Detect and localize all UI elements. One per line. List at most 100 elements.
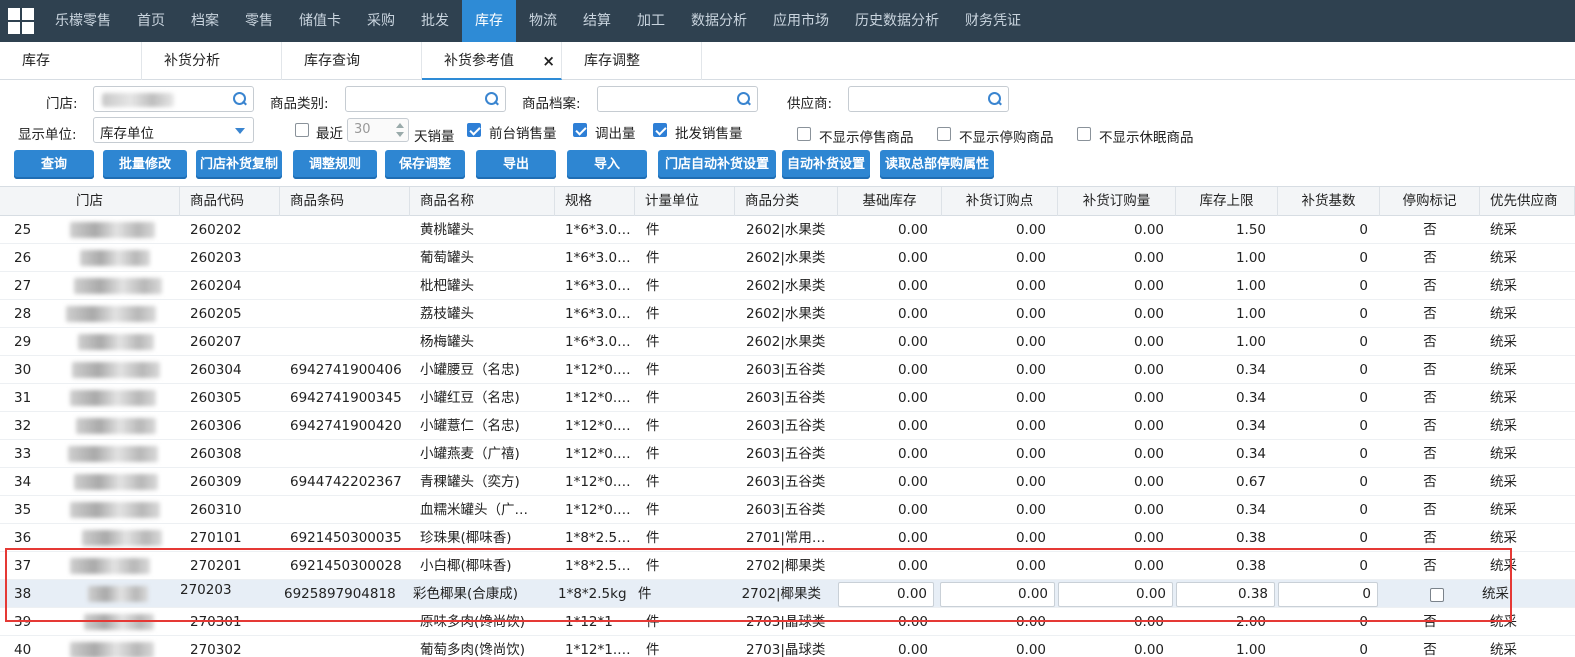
archive-input[interactable] [597,86,758,112]
nav-item[interactable]: 财务凭证 [952,0,1034,42]
table-row[interactable]: 30 260304 6942741900406 小罐腰豆（名忠) 1*12*0.… 件 26… [0,356,1575,384]
nav-item[interactable]: 首页 [124,0,178,42]
table-row[interactable]: 29 260207 杨梅罐头 1*6*3.0… 件 2602|水果类 0.00 0.00 0.0… [0,328,1575,356]
caret-down-icon[interactable] [396,132,404,137]
tab[interactable]: 库存查询 [282,42,422,80]
nav-item[interactable]: 储值卡 [286,0,354,42]
filter-checkbox[interactable] [467,123,481,137]
table-row[interactable]: 40 270302 葡萄多肉(馋尚饮) 1*12*1.… 件 2703|晶球类 0.00 0.… [0,636,1575,657]
column-header[interactable]: 商品分类 [735,187,838,216]
nav-item[interactable]: 批发 [408,0,462,42]
product-code: 270301 [190,614,242,630]
toolbar-button[interactable]: 批量修改 [103,150,187,179]
stop-purchase-checkbox[interactable] [1430,588,1444,602]
table-row[interactable]: 37 270201 6921450300028 小白椰(椰味香) 1*8*2.5… 件 27… [0,552,1575,580]
toolbar-button[interactable]: 门店补货复制 [196,150,282,179]
recent-days-stepper[interactable]: 30 [347,118,409,142]
nav-item[interactable]: 数据分析 [678,0,760,42]
reorder-basis: 0 [1359,390,1368,406]
search-icon[interactable] [737,92,751,106]
column-header[interactable]: 库存上限 [1176,187,1278,216]
table-row[interactable]: 25 260202 黄桃罐头 1*6*3.0… 件 2602|水果类 0.00 0.00 0.0… [0,216,1575,244]
filter-checkbox-label: 批发销售量 [675,126,743,142]
column-header[interactable]: 优先供应商 [1480,187,1575,216]
table-row[interactable]: 36 270101 6921450300035 珍珠果(椰味香) 1*8*2.5… 件 27… [0,524,1575,552]
product-category: 2603|五谷类 [746,362,826,378]
column-header[interactable]: 补货订购量 [1058,187,1176,216]
product-barcode: 6925897904818 [284,586,396,602]
stop-purchase-flag: 否 [1423,446,1437,462]
search-icon[interactable] [988,92,1002,106]
toolbar-button[interactable]: 自动补货设置 [782,150,870,179]
recent-checkbox[interactable] [295,123,309,137]
toolbar-button[interactable]: 查询 [14,150,94,179]
edit-base-input[interactable]: 0.00 [838,582,934,607]
store-input[interactable] [93,86,254,112]
toolbar-button[interactable]: 导入 [567,150,647,179]
column-header[interactable]: 商品代码 [180,187,280,216]
tab[interactable]: 补货参考值 × [422,42,562,80]
close-icon[interactable]: × [542,42,555,80]
tab[interactable]: 库存 [0,42,142,80]
nav-item[interactable]: 加工 [624,0,678,42]
filter-checkbox[interactable] [1077,127,1091,141]
row-number: 30 [14,362,32,378]
filter-checkbox[interactable] [573,123,587,137]
nav-item[interactable]: 采购 [354,0,408,42]
column-header[interactable]: 商品条码 [280,187,410,216]
tab[interactable]: 补货分析 [142,42,282,80]
product-category: 2603|五谷类 [746,502,826,518]
column-header[interactable]: 补货订购点 [942,187,1058,216]
search-icon[interactable] [233,92,247,106]
table-row[interactable]: 32 260306 6942741900420 小罐薏仁（名忠) 1*12*0.… 件 26… [0,412,1575,440]
nav-item[interactable]: 乐檬零售 [42,0,124,42]
toolbar-button[interactable]: 读取总部停购属性 [880,150,994,179]
nav-item[interactable]: 结算 [570,0,624,42]
category-input[interactable] [345,86,506,112]
edit-basis-input[interactable]: 0 [1278,582,1378,607]
tab-label: 库存 [22,53,50,69]
edit-qty-input[interactable]: 0.00 [1058,582,1173,607]
stock-upper-limit: 0.34 [1235,418,1266,434]
reorder-basis: 0 [1359,474,1368,490]
table-row[interactable]: 28 260205 荔枝罐头 1*6*3.0… 件 2602|水果类 0.00 0.00 0.0… [0,300,1575,328]
column-header[interactable]: 补货基数 [1278,187,1380,216]
column-header[interactable]: 商品名称 [410,187,555,216]
table-row[interactable]: 33 260308 小罐燕麦（广禧) 1*12*0.… 件 2603|五谷类 0.00 0.0… [0,440,1575,468]
table-row[interactable]: 31 260305 6942741900345 小罐红豆（名忠) 1*12*0.… 件 26… [0,384,1575,412]
table-row[interactable]: 39 270301 原味多肉(馋尚饮) 1*12*1 件 2703|晶球类 0.00 0.00… [0,608,1575,636]
table-row[interactable]: 26 260203 葡萄罐头 1*6*3.0… 件 2602|水果类 0.00 0.00 0.0… [0,244,1575,272]
table-row[interactable]: 35 260310 血糯米罐头（广… 1*12*0.… 件 2603|五谷类 0.00 0.0… [0,496,1575,524]
nav-item[interactable]: 档案 [178,0,232,42]
table-row[interactable]: 27 260204 枇杷罐头 1*6*3.0… 件 2602|水果类 0.00 0.00 0.0… [0,272,1575,300]
filter-checkbox[interactable] [937,127,951,141]
tab[interactable]: 库存调整 [562,42,702,80]
unit-select[interactable]: 库存单位 [93,117,254,143]
nav-item[interactable]: 应用市场 [760,0,842,42]
nav-item[interactable]: 物流 [516,0,570,42]
column-header[interactable]: 基础库存 [838,187,942,216]
filter-checkbox[interactable] [653,123,667,137]
column-header[interactable]: 规格 [555,187,635,216]
supplier-input[interactable] [848,86,1009,112]
column-header[interactable]: 停购标记 [1380,187,1480,216]
toolbar-button[interactable]: 门店自动补货设置 [658,150,776,179]
toolbar-button[interactable]: 导出 [476,150,556,179]
filter-checkbox-label: 不显示停购商品 [959,130,1054,146]
caret-up-icon[interactable] [396,123,404,128]
search-icon[interactable] [485,92,499,106]
edit-upper-input[interactable]: 0.38 [1176,582,1275,607]
nav-item[interactable]: 库存 [462,0,516,42]
toolbar-button[interactable]: 保存调整 [385,150,465,179]
product-name: 珍珠果(椰味香) [420,530,512,546]
toolbar-button[interactable]: 调整规则 [293,150,377,179]
table-row[interactable]: 34 260309 6944742202367 青稞罐头（奕方) 1*12*0.… 件 26… [0,468,1575,496]
table-row[interactable]: 38 270203 6925897904818 彩色椰果(合康成) 1*8*2.5kg 件… [0,580,1575,608]
edit-point-input[interactable]: 0.00 [940,582,1055,607]
column-header[interactable]: 计量单位 [635,187,735,216]
filter-checkbox[interactable] [797,127,811,141]
nav-item[interactable]: 历史数据分析 [842,0,952,42]
nav-item[interactable]: 零售 [232,0,286,42]
app-grid-icon[interactable] [0,0,42,42]
column-header[interactable]: 门店 [0,187,180,216]
